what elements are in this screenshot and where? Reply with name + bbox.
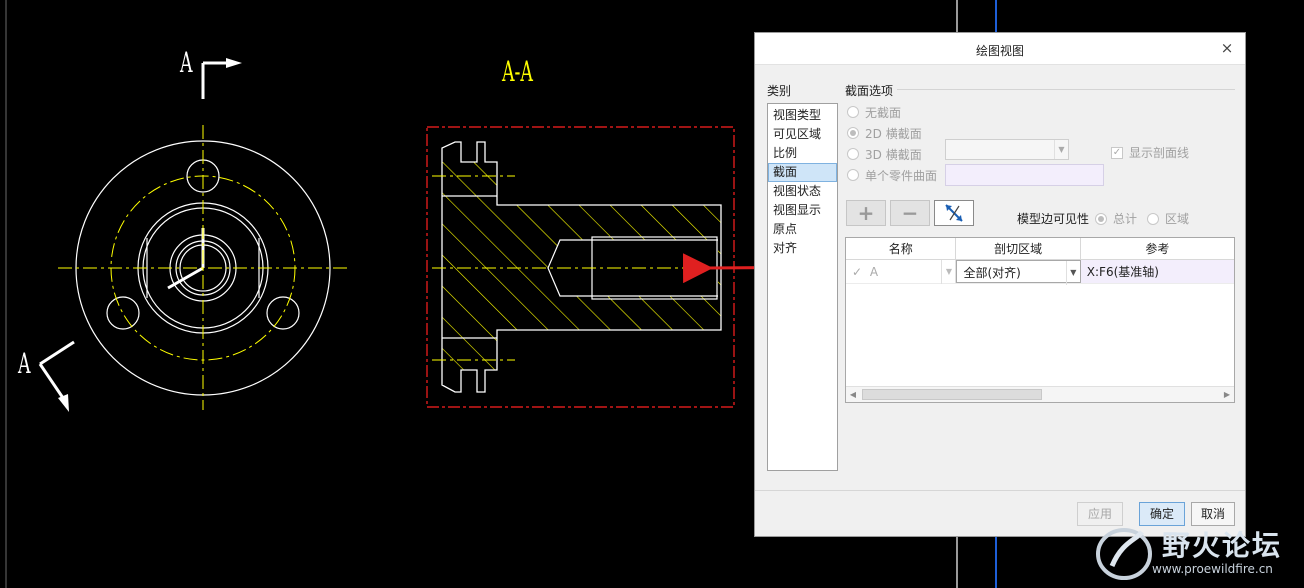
table-row[interactable]: ✓ A ▼ 全部(对齐) ▼ X:F6(基准轴) bbox=[846, 260, 1234, 285]
close-icon[interactable]: × bbox=[1219, 40, 1235, 56]
cell-name[interactable]: ✓ A ▼ bbox=[846, 260, 957, 284]
radio-visibility-region[interactable]: 区域 bbox=[1147, 210, 1189, 227]
checkmark-icon: ✓ bbox=[1111, 146, 1123, 159]
section-table: 名称 剖切区域 参考 ✓ A ▼ 全部(对齐) ▼ X:F6(基准轴) ◀ ▶ bbox=[845, 237, 1235, 403]
category-alignment[interactable]: 对齐 bbox=[768, 239, 837, 258]
radio-no-section[interactable]: 无截面 bbox=[847, 104, 901, 120]
drawing-view-dialog: 绘图视图 × 类别 视图类型 可见区域 比例 截面 视图状态 视图显示 原点 对… bbox=[754, 32, 1246, 537]
section-options-header: 截面选项 bbox=[845, 82, 1235, 98]
radio-2d-section[interactable]: 2D 横截面 bbox=[847, 125, 922, 141]
reference-value: X:F6(基准轴) bbox=[1086, 265, 1159, 279]
3d-section-combobox[interactable]: ▼ bbox=[945, 139, 1069, 160]
scroll-left-icon[interactable]: ◀ bbox=[846, 387, 860, 402]
radio-single-part-surface[interactable]: 单个零件曲面 bbox=[847, 167, 937, 183]
cell-region-dropdown[interactable]: 全部(对齐) ▼ bbox=[956, 260, 1081, 285]
column-header-region[interactable]: 剖切区域 bbox=[956, 238, 1081, 259]
watermark-title: 野火论坛 bbox=[1162, 529, 1283, 562]
section-arrow-bottom bbox=[38, 340, 75, 412]
dialog-titlebar[interactable]: 绘图视图 × bbox=[755, 33, 1245, 65]
add-section-button[interactable]: + bbox=[846, 200, 886, 226]
category-list: 视图类型 可见区域 比例 截面 视图状态 视图显示 原点 对齐 bbox=[767, 103, 838, 471]
front-view-centerlines bbox=[58, 125, 348, 410]
radio-3d-section[interactable]: 3D 横截面 bbox=[847, 146, 922, 162]
radio-visibility-total[interactable]: 总计 bbox=[1095, 210, 1137, 227]
category-sections[interactable]: 截面 bbox=[768, 163, 837, 182]
flip-arrows-icon bbox=[945, 204, 963, 222]
radio-button-icon bbox=[847, 106, 859, 118]
region-value: 全部(对齐) bbox=[963, 266, 1021, 280]
cell-reference[interactable]: X:F6(基准轴) bbox=[1080, 260, 1234, 283]
chevron-down-icon[interactable]: ▼ bbox=[941, 260, 955, 284]
section-options-label: 截面选项 bbox=[845, 84, 898, 98]
part-surface-field[interactable] bbox=[945, 164, 1104, 186]
radio-button-checked-icon bbox=[847, 127, 859, 139]
category-view-states[interactable]: 视图状态 bbox=[768, 182, 837, 201]
flip-direction-button[interactable] bbox=[934, 200, 974, 226]
radio-single-part-label: 单个零件曲面 bbox=[865, 168, 938, 183]
category-scale[interactable]: 比例 bbox=[768, 144, 837, 163]
forum-logo-icon bbox=[1096, 528, 1152, 580]
section-view-title: A-A bbox=[502, 55, 533, 88]
radio-button-icon bbox=[847, 169, 859, 181]
radio-button-checked-icon bbox=[1095, 212, 1107, 225]
remove-section-button[interactable]: − bbox=[890, 200, 930, 226]
section-name: A bbox=[869, 265, 879, 279]
section-view bbox=[426, 126, 735, 408]
radio-no-section-label: 无截面 bbox=[865, 105, 902, 120]
watermark: 野火论坛 www.proewildfire.cn bbox=[1092, 522, 1302, 584]
watermark-url: www.proewildfire.cn bbox=[1152, 562, 1273, 576]
show-hatch-checkbox[interactable]: ✓ 显示剖面线 bbox=[1111, 144, 1189, 161]
category-origin[interactable]: 原点 bbox=[768, 220, 837, 239]
column-header-name[interactable]: 名称 bbox=[846, 238, 957, 259]
column-header-reference[interactable]: 参考 bbox=[1081, 238, 1234, 259]
section-hatch bbox=[442, 162, 721, 370]
show-hatch-label: 显示剖面线 bbox=[1129, 146, 1190, 160]
visibility-total-label: 总计 bbox=[1113, 212, 1138, 226]
dialog-title: 绘图视图 bbox=[975, 44, 1024, 58]
category-view-type[interactable]: 视图类型 bbox=[768, 106, 837, 125]
footer-divider bbox=[755, 490, 1245, 491]
checkmark-icon: ✓ bbox=[852, 265, 863, 279]
chevron-down-icon: ▼ bbox=[1054, 140, 1068, 159]
chevron-down-icon[interactable]: ▼ bbox=[1065, 261, 1080, 285]
scroll-right-icon[interactable]: ▶ bbox=[1220, 387, 1234, 402]
section-label-bottom: A bbox=[18, 347, 31, 380]
category-visible-area[interactable]: 可见区域 bbox=[768, 125, 837, 144]
category-view-display[interactable]: 视图显示 bbox=[768, 201, 837, 220]
section-arrow-top bbox=[201, 58, 242, 99]
scrollbar-thumb[interactable] bbox=[862, 389, 1042, 400]
radio-3d-section-label: 3D 横截面 bbox=[865, 147, 922, 162]
category-label: 类别 bbox=[767, 84, 792, 98]
radio-button-icon bbox=[1147, 212, 1159, 225]
horizontal-scrollbar[interactable]: ◀ ▶ bbox=[846, 386, 1234, 402]
radio-button-icon bbox=[847, 148, 859, 160]
table-header: 名称 剖切区域 参考 bbox=[846, 238, 1234, 260]
visibility-region-label: 区域 bbox=[1165, 212, 1190, 226]
radio-2d-section-label: 2D 横截面 bbox=[865, 126, 922, 141]
model-edge-visibility-label: 模型边可见性 bbox=[1017, 212, 1090, 226]
section-label-top: A bbox=[180, 46, 193, 79]
